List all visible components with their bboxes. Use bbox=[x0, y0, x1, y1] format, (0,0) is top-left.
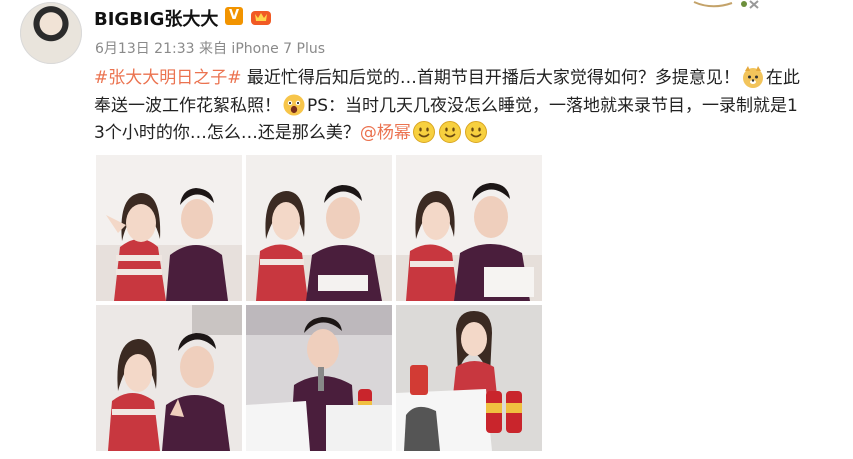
photo-3[interactable] bbox=[396, 155, 542, 301]
verified-v-icon: V bbox=[225, 7, 243, 25]
crown-badge-icon bbox=[251, 11, 271, 25]
smile-emoji bbox=[464, 121, 487, 143]
mention-link[interactable]: @杨幂 bbox=[360, 123, 411, 143]
post-timestamp[interactable]: 6月13日 21:33 bbox=[95, 41, 195, 57]
doge-emoji bbox=[742, 66, 763, 88]
photo-1[interactable] bbox=[96, 155, 242, 301]
partial-sticker-icon bbox=[693, 0, 759, 9]
post-meta: 6月13日 21:33 来自 iPhone 7 Plus bbox=[95, 38, 325, 58]
post-text-part-1: 最近忙得后知后觉的…首期节目开播后大家觉得如何？多提意见！ bbox=[241, 68, 740, 88]
post-source: 来自 iPhone 7 Plus bbox=[198, 41, 325, 57]
photo-5[interactable] bbox=[246, 305, 392, 451]
user-name[interactable]: BIGBIG张大大 bbox=[94, 5, 218, 31]
smile-emoji bbox=[438, 121, 461, 143]
photo-4[interactable] bbox=[96, 305, 242, 451]
user-avatar[interactable] bbox=[20, 2, 82, 64]
shocked-emoji bbox=[283, 94, 305, 115]
post-text: #张大大明日之子# 最近忙得后知后觉的…首期节目开播后大家觉得如何？多提意见！ … bbox=[94, 65, 804, 148]
photo-6[interactable] bbox=[396, 305, 542, 451]
smile-emoji bbox=[412, 121, 435, 143]
topic-link[interactable]: #张大大明日之子# bbox=[94, 68, 242, 88]
photo-2[interactable] bbox=[246, 155, 392, 301]
